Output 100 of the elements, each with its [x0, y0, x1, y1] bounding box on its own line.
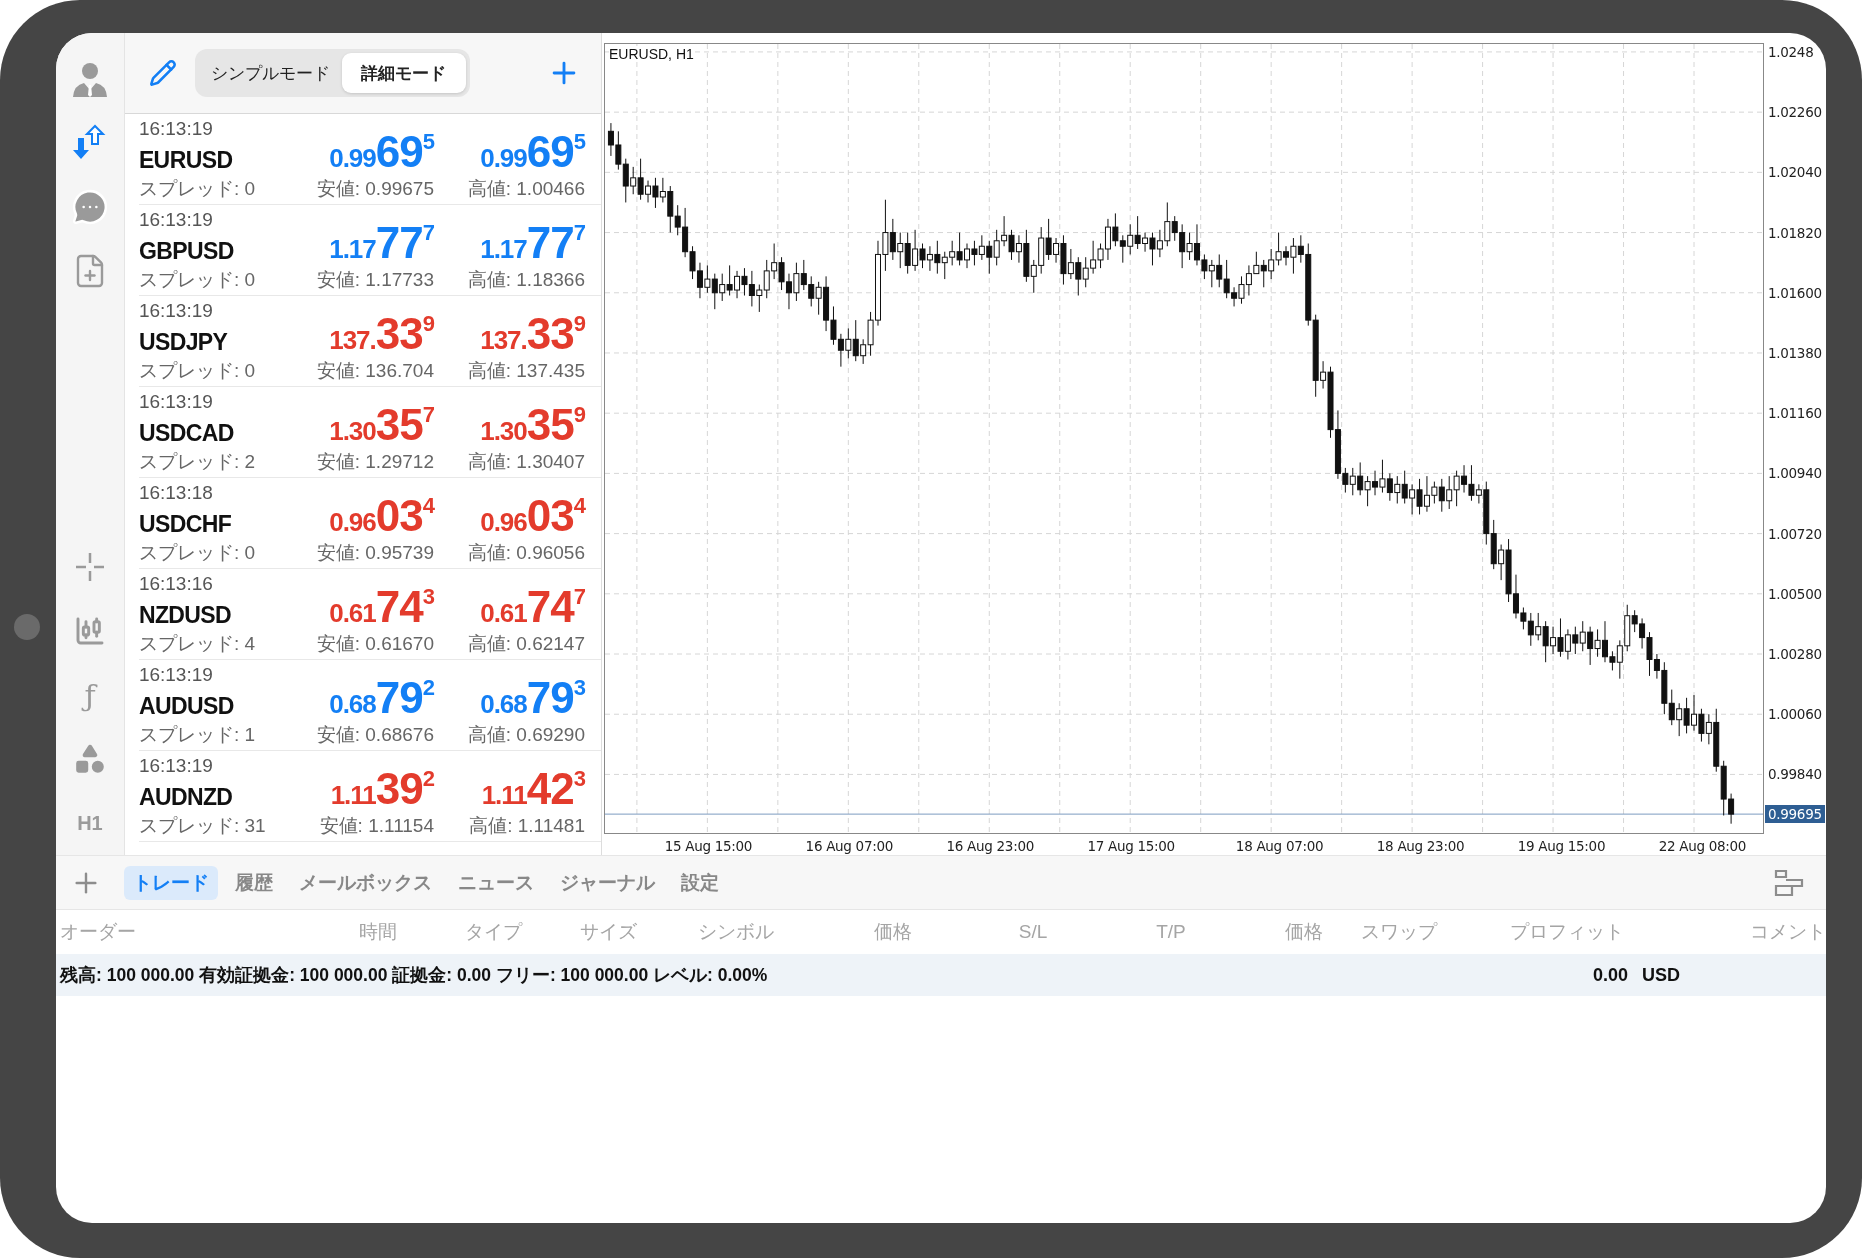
column-header: S/L	[1018, 921, 1048, 943]
mode-option[interactable]: 詳細モード	[341, 53, 466, 93]
quote-row[interactable]: 16:13:16 NZDUSD スプレッド: 4 0.6174$^{3}$ 0.6174$^{7}$ 安値: 0.61670 高値: 0.62147	[138, 569, 601, 660]
quote-row[interactable]: 16:13:19 USDJPY スプレッド: 0 137.33$^{9}$ 137.33$^{9}$ 安値: 136.704 高値: 137.435	[138, 296, 601, 387]
column-header: サイズ	[579, 920, 637, 944]
currency-label: USD	[1642, 964, 1680, 986]
column-header: シンボル	[698, 920, 774, 944]
spread-text: スプレッド: 0	[138, 268, 255, 292]
spread-text: スプレッド: 0	[138, 359, 255, 383]
column-header: プロフィット	[1510, 920, 1624, 944]
edit-button[interactable]	[148, 59, 177, 87]
camera-dot	[14, 614, 40, 640]
price-label: 1.00060	[1768, 706, 1822, 723]
quote-time: 16:13:16	[138, 573, 213, 595]
spread-text: スプレッド: 1	[138, 723, 255, 747]
quote-row[interactable]: 16:13:19 AUDNZD スプレッド: 31 1.1139$^{2}$ 1.1142$^{3}$ 安値: 1.11154 高値: 1.11481	[138, 751, 601, 842]
quote-row[interactable]: 16:13:18 USDCHF スプレッド: 0 0.9603$^{4}$ 0.9603$^{4}$ 安値: 0.95739 高値: 0.96056	[138, 478, 601, 569]
high-price: 高値: 0.62147	[467, 632, 585, 656]
chart-title: EURUSD, H1	[609, 46, 694, 62]
column-header: スワップ	[1361, 920, 1437, 944]
price-quote: 0.9603$^{4}$	[329, 494, 434, 538]
price-quote: 137.33$^{9}$	[480, 312, 585, 356]
high-price: 高値: 1.30407	[467, 450, 585, 474]
column-header: コメント	[1750, 920, 1826, 944]
symbol-name: USDJPY	[138, 329, 228, 356]
high-price: 高値: 1.11481	[469, 814, 585, 838]
low-price: 安値: 0.95739	[316, 541, 434, 565]
time-label: 17 Aug 15:00	[1087, 838, 1175, 854]
high-price: 高値: 0.96056	[467, 541, 585, 565]
crosshair-icon[interactable]	[73, 551, 106, 583]
symbol-name: NZDUSD	[138, 602, 232, 629]
time-label: 16 Aug 23:00	[946, 838, 1034, 854]
price-quote: 1.1777$^{7}$	[329, 221, 434, 265]
price-label: 0.99840	[1768, 766, 1822, 783]
quote-row[interactable]: 16:13:19 EURUSD スプレッド: 0 0.9969$^{5}$ 0.9969$^{5}$ 安値: 0.99675 高値: 1.00466	[138, 114, 601, 205]
column-header: T/P	[1156, 921, 1186, 943]
low-price: 安値: 1.29712	[316, 450, 434, 474]
low-price: 安値: 1.17733	[316, 268, 434, 292]
symbol-name: AUDUSD	[138, 693, 234, 720]
symbol-name: USDCHF	[138, 511, 232, 538]
symbol-name: AUDNZD	[138, 784, 233, 811]
price-quote: 0.9969$^{5}$	[480, 130, 585, 174]
price-label: 1.00940	[1768, 465, 1822, 482]
price-label: 1.01600	[1768, 284, 1822, 301]
price-quote: 0.6174$^{3}$	[329, 585, 434, 629]
price-label: 1.00720	[1768, 525, 1822, 542]
column-header: 価格	[874, 920, 912, 944]
account-summary: 残高: 100 000.00 有効証拠金: 100 000.00 証拠金: 0.00 フリー: 100 000.00 レベル: 0.00%	[60, 964, 768, 987]
profit-total: 0.00	[1592, 964, 1628, 986]
price-label: 1.02260	[1768, 104, 1822, 121]
price-quote: 137.33$^{9}$	[329, 312, 434, 356]
quote-time: 16:13:18	[138, 482, 213, 504]
price-quote: 1.1139$^{2}$	[330, 767, 434, 811]
price-label: 1.00280	[1768, 646, 1822, 662]
price-label: 1.01380	[1768, 344, 1822, 361]
time-label: 19 Aug 15:00	[1517, 838, 1606, 854]
quote-time: 16:13:19	[138, 118, 213, 140]
time-label: 15 Aug 15:00	[664, 838, 753, 854]
time-label: 22 Aug 08:00	[1658, 838, 1747, 854]
symbol-name: USDCAD	[138, 420, 234, 447]
high-price: 高値: 0.69290	[467, 723, 585, 747]
column-header: タイプ	[464, 920, 522, 944]
price-quote: 0.6879$^{2}$	[329, 676, 434, 720]
spread-text: スプレッド: 4	[138, 632, 255, 656]
price-quote: 1.3035$^{9}$	[480, 403, 585, 447]
price-label: 1.00500	[1768, 585, 1822, 602]
mode-option[interactable]: シンプルモード	[198, 53, 342, 93]
low-price: 安値: 0.61670	[316, 632, 434, 656]
quote-time: 16:13:19	[138, 391, 213, 413]
price-quote: 0.9603$^{4}$	[480, 494, 585, 538]
chart-plot[interactable]: EURUSD, H1	[604, 43, 1764, 834]
spread-text: スプレッド: 0	[138, 541, 255, 565]
spread-text: スプレッド: 31	[138, 814, 266, 838]
price-quote: 1.3035$^{7}$	[329, 403, 434, 447]
low-price: 安値: 136.704	[316, 359, 434, 383]
high-price: 高値: 137.435	[467, 359, 585, 383]
quote-row[interactable]: 16:13:19 AUDUSD スプレッド: 1 0.6879$^{2}$ 0.6879$^{3}$ 安値: 0.68676 高値: 0.69290	[138, 660, 601, 751]
symbol-name: EURUSD	[138, 147, 233, 174]
price-quote: 0.9969$^{5}$	[329, 130, 434, 174]
low-price: 安値: 0.99675	[316, 177, 434, 201]
column-header: 価格	[1285, 920, 1323, 944]
current-price-tag: 0.99695	[1765, 805, 1825, 824]
account-icon[interactable]	[70, 60, 109, 98]
quote-time: 16:13:19	[138, 209, 213, 231]
price-quote: 1.1142$^{3}$	[481, 767, 585, 811]
quote-row[interactable]: 16:13:19 USDCAD スプレッド: 2 1.3035$^{7}$ 1.3035$^{9}$ 安値: 1.29712 高値: 1.30407	[138, 387, 601, 478]
quote-time: 16:13:19	[138, 755, 213, 777]
price-label: 1.02040	[1768, 164, 1822, 181]
quote-time: 16:13:19	[138, 664, 213, 686]
time-label: 18 Aug 07:00	[1235, 838, 1324, 854]
price-quote: 0.6174$^{7}$	[480, 585, 585, 629]
quote-time: 16:13:19	[138, 300, 213, 322]
chat-icon[interactable]	[70, 188, 109, 226]
quote-row[interactable]: 16:13:19 GBPUSD スプレッド: 0 1.1777$^{7}$ 1.1777$^{7}$ 安値: 1.17733 高値: 1.18366	[138, 205, 601, 296]
price-label: 1.0248	[1768, 43, 1814, 60]
column-header: オーダー	[59, 920, 136, 944]
spread-text: スプレッド: 0	[138, 177, 255, 201]
low-price: 安値: 1.11154	[319, 814, 434, 838]
high-price: 高値: 1.00466	[467, 177, 585, 201]
layout-icon[interactable]	[1774, 868, 1804, 897]
